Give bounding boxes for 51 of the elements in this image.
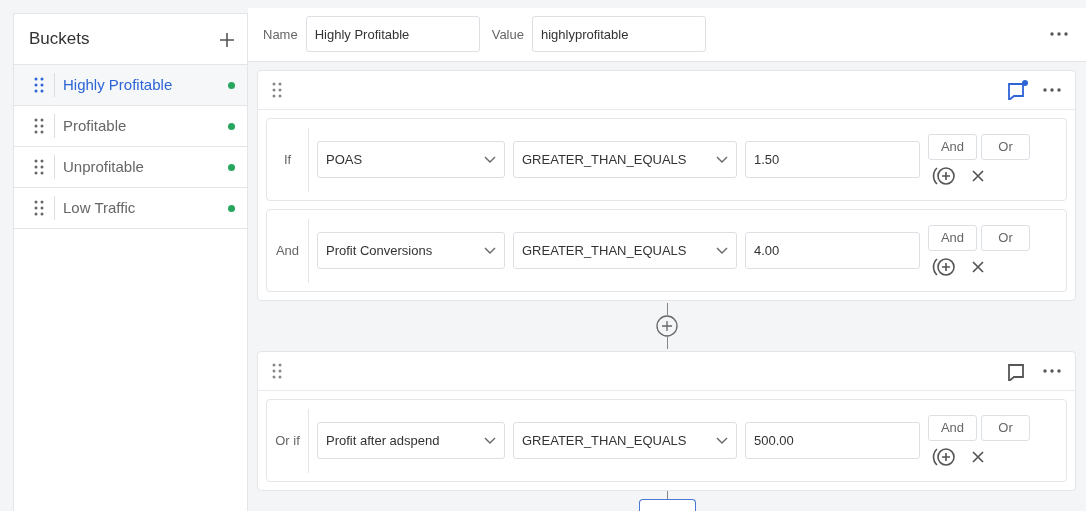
field-dropdown[interactable]: Profit Conversions <box>317 232 505 270</box>
chevron-down-icon <box>716 247 728 255</box>
operator-dropdown[interactable]: GREATER_THAN_EQUALS <box>513 422 737 459</box>
field-dropdown[interactable]: POAS <box>317 141 505 179</box>
chevron-down-icon <box>716 156 728 164</box>
condition-connector: And <box>267 218 309 283</box>
comment-icon[interactable] <box>1007 80 1029 101</box>
value-label: Value <box>491 25 524 44</box>
add-bracket-icon[interactable] <box>932 165 956 186</box>
value-input[interactable]: 1.50 <box>745 141 920 179</box>
logic-button[interactable]: Or <box>981 414 1030 441</box>
close-icon[interactable] <box>972 169 984 182</box>
operator-dropdown[interactable]: GREATER_THAN_EQUALS <box>513 232 737 270</box>
bucket-item[interactable]: Low Traffic <box>14 188 247 229</box>
drag-handle-icon[interactable] <box>272 363 282 379</box>
logic-button[interactable]: And <box>928 133 977 160</box>
close-icon[interactable] <box>972 260 984 273</box>
add-bracket-icon[interactable] <box>932 446 956 467</box>
add-bracket-icon[interactable] <box>932 256 956 277</box>
logic-button[interactable]: Or <box>981 133 1030 160</box>
condition-connector: Or if <box>267 408 309 473</box>
condition-connector: If <box>267 127 309 192</box>
name-field[interactable]: Highly Profitable <box>305 16 480 53</box>
logic-button[interactable]: And <box>928 224 977 251</box>
more-icon[interactable] <box>1043 369 1061 373</box>
field-dropdown[interactable]: Profit after adspend <box>317 422 505 459</box>
bucket-item[interactable]: Profitable <box>14 106 247 147</box>
chevron-down-icon <box>484 156 496 164</box>
logic-button[interactable]: Or <box>981 224 1030 251</box>
chevron-down-icon <box>484 437 496 444</box>
chevron-down-icon <box>716 437 728 444</box>
value-input[interactable]: 4.00 <box>745 232 920 270</box>
value-field[interactable]: highlyprofitable <box>532 16 706 53</box>
chevron-down-icon <box>484 247 496 255</box>
drag-handle-icon[interactable] <box>272 82 282 99</box>
drag-handle-icon[interactable] <box>34 77 44 93</box>
drag-handle-icon[interactable] <box>34 118 44 134</box>
name-label: Name <box>263 25 298 44</box>
logic-button[interactable]: And <box>928 414 977 441</box>
value-input[interactable]: 500.00 <box>745 422 920 459</box>
sidebar-title: Buckets <box>29 28 90 50</box>
drag-handle-icon[interactable] <box>34 200 44 216</box>
operator-dropdown[interactable]: GREATER_THAN_EQUALS <box>513 141 737 179</box>
bucket-item[interactable]: Unprofitable <box>14 147 247 188</box>
more-icon[interactable] <box>1043 88 1061 93</box>
close-icon[interactable] <box>972 450 984 463</box>
bucket-item[interactable]: Highly Profitable <box>14 65 247 106</box>
add-condition-button[interactable] <box>638 499 696 511</box>
more-icon[interactable] <box>1050 32 1068 37</box>
drag-handle-icon[interactable] <box>34 159 44 175</box>
add-group-button[interactable] <box>656 315 678 338</box>
